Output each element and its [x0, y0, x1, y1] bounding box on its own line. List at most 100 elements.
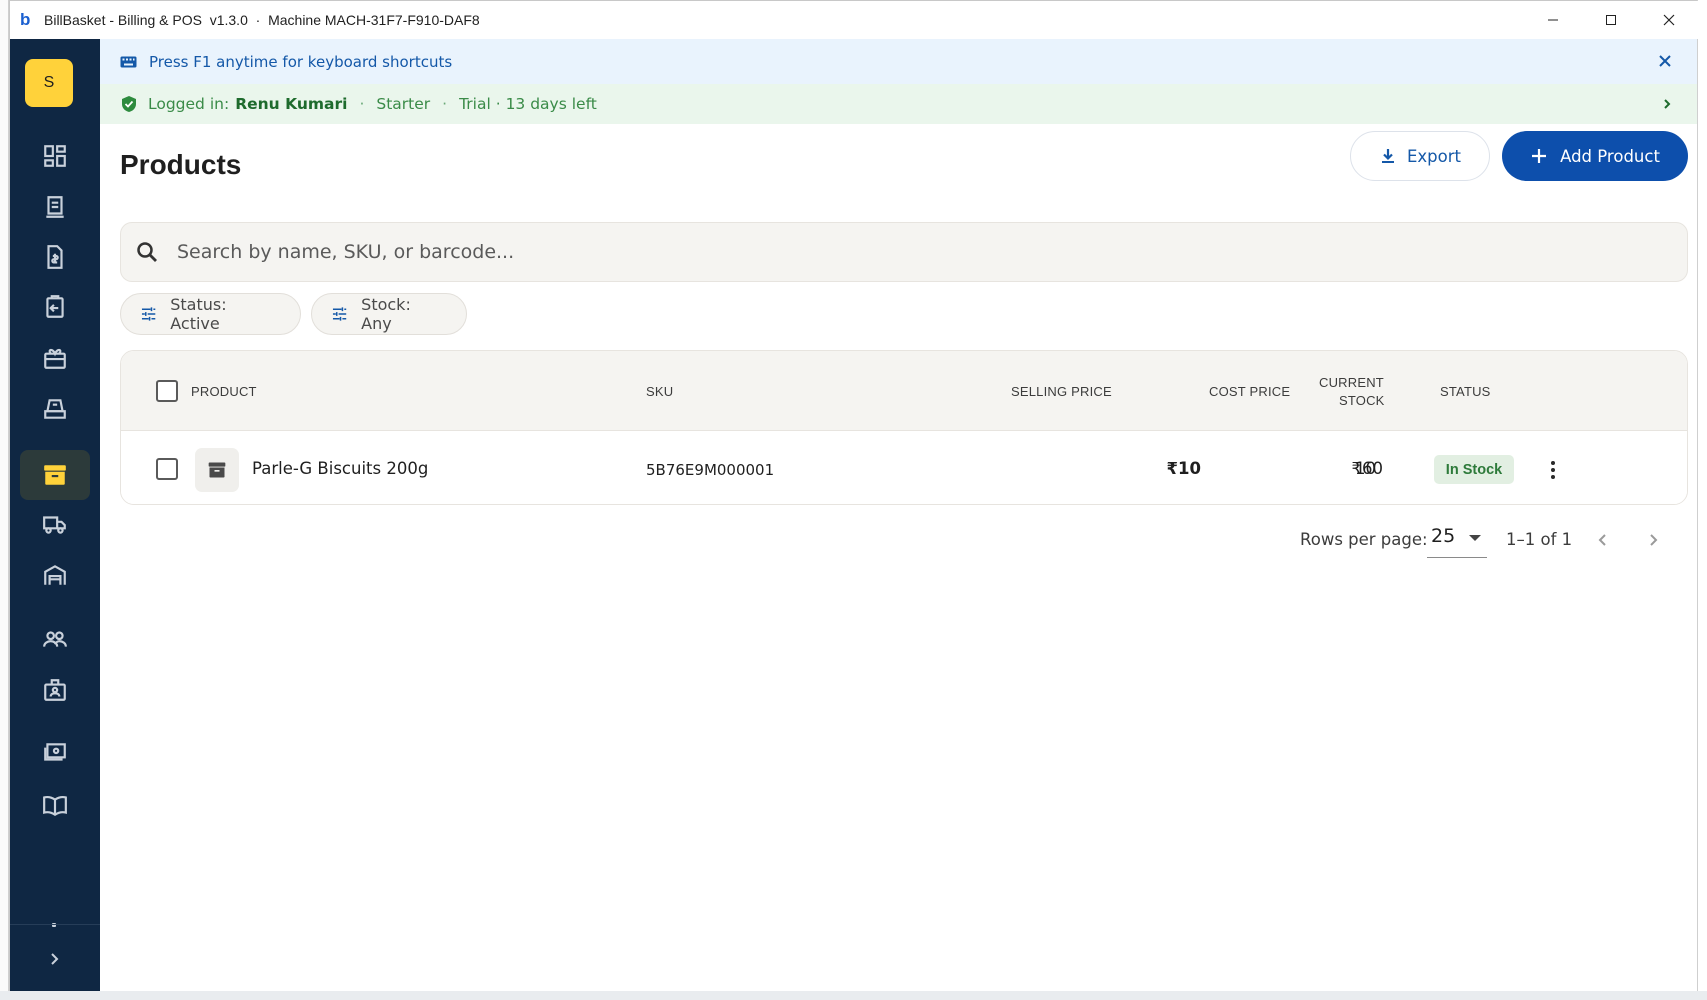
page-title: Products: [120, 149, 242, 180]
sidebar: S: [10, 39, 100, 991]
filter-chip-label: Status: Active: [170, 295, 227, 333]
sidebar-divider: [10, 924, 100, 925]
previous-page-button[interactable]: [1588, 525, 1618, 555]
add-product-button[interactable]: Add Product: [1502, 131, 1688, 181]
chevron-right-icon: [1650, 534, 1658, 546]
sidebar-item-ledger[interactable]: [20, 780, 90, 830]
shortcut-hint-banner: Press F1 anytime for keyboard shortcuts: [100, 39, 1697, 84]
sidebar-item-customers[interactable]: [20, 614, 90, 664]
close-banner-icon[interactable]: [1656, 52, 1674, 70]
chevron-right-icon: [51, 953, 59, 965]
rows-per-page-select[interactable]: 25: [1427, 521, 1487, 558]
desktop-background-right: [1697, 0, 1707, 1000]
download-icon: [1381, 149, 1394, 163]
sidebar-item-dashboard[interactable]: [20, 131, 90, 181]
logged-in-user: Renu Kumari: [235, 95, 348, 113]
row-checkbox[interactable]: [156, 458, 178, 480]
main-content: Press F1 anytime for keyboard shortcuts …: [100, 39, 1697, 991]
add-product-label: Add Product: [1560, 146, 1660, 166]
sidebar-item-receipts[interactable]: [20, 182, 90, 232]
current-stock: 10: [1355, 459, 1376, 478]
next-page-button[interactable]: [1638, 525, 1668, 555]
customers-icon: [43, 631, 67, 647]
pos-icon: [44, 399, 66, 419]
cash-icon: [44, 743, 66, 761]
sidebar-item-delivery[interactable]: [20, 499, 90, 549]
desktop-taskbar-edge: [0, 991, 1707, 1000]
tune-icon: [332, 307, 347, 321]
products-table: PRODUCT SKU SELLING PRICE COST PRICE CUR…: [120, 350, 1688, 505]
shortcut-hint-text: Press F1 anytime for keyboard shortcuts: [149, 52, 453, 71]
avatar[interactable]: S: [25, 59, 73, 107]
search-bar[interactable]: [120, 222, 1688, 282]
app-window: b BillBasket - Billing & POS v1.3.0 · Ma…: [9, 0, 1698, 991]
desktop-background-left: [0, 0, 9, 1000]
sidebar-item-cash[interactable]: [20, 728, 90, 778]
selling-price: ₹10: [1166, 459, 1201, 478]
export-button[interactable]: Export: [1350, 131, 1490, 181]
more-vertical-icon: [1551, 475, 1555, 479]
search-input[interactable]: [177, 241, 1577, 263]
sidebar-item-staff[interactable]: [20, 665, 90, 715]
window-controls: [1524, 1, 1698, 39]
minimize-icon: [1548, 19, 1558, 21]
dashboard-icon: [44, 145, 66, 167]
window-title: BillBasket - Billing & POS v1.3.0 · Mach…: [44, 12, 480, 28]
sidebar-item-warehouse[interactable]: [20, 550, 90, 600]
maximize-icon: [1606, 15, 1616, 25]
table-header: PRODUCT SKU SELLING PRICE COST PRICE CUR…: [121, 351, 1687, 431]
title-bar: b BillBasket - Billing & POS v1.3.0 · Ma…: [10, 1, 1698, 39]
sidebar-expand-button[interactable]: [35, 939, 75, 979]
more-vertical-icon: [1551, 461, 1555, 465]
caret-down-icon: [1469, 535, 1481, 541]
column-header-cost-price[interactable]: COST PRICE: [1209, 384, 1290, 399]
sidebar-item-offers[interactable]: [20, 333, 90, 383]
delivery-icon: [43, 516, 66, 534]
warehouse-icon: [44, 565, 66, 585]
staff-icon: [44, 679, 66, 701]
product-thumbnail: [195, 448, 239, 492]
column-header-status[interactable]: STATUS: [1440, 384, 1491, 399]
more-vertical-icon: [1551, 468, 1555, 472]
chevron-left-icon: [1598, 534, 1606, 546]
invoice-icon: [47, 245, 63, 269]
column-header-sku[interactable]: SKU: [646, 384, 673, 399]
plan-name: Starter: [376, 95, 431, 113]
plus-icon: [1532, 149, 1547, 163]
tune-icon: [141, 307, 156, 321]
rows-per-page-value: 25: [1431, 525, 1456, 547]
select-all-checkbox[interactable]: [156, 380, 178, 402]
separator: ·: [442, 95, 448, 113]
minimize-button[interactable]: [1524, 1, 1582, 39]
sidebar-item-invoices[interactable]: [20, 232, 90, 282]
close-window-button[interactable]: [1640, 1, 1698, 39]
filter-chip-status[interactable]: Status: Active: [120, 293, 301, 335]
chevron-right-icon: [1664, 99, 1671, 109]
sidebar-item-returns[interactable]: [20, 282, 90, 332]
row-actions-button[interactable]: [1543, 458, 1563, 482]
filter-chip-label: Stock: Any: [361, 295, 411, 333]
app-logo-icon: b: [20, 10, 31, 29]
verified-shield-icon: [122, 96, 136, 112]
column-header-current-stock[interactable]: STOCK: [1339, 393, 1385, 408]
table-row[interactable]: Parle-G Biscuits 200g 5B76E9M000001 ₹10 …: [121, 431, 1687, 504]
sidebar-item-pos[interactable]: [20, 384, 90, 434]
products-icon: [44, 465, 66, 485]
product-name[interactable]: Parle-G Biscuits 200g: [252, 459, 428, 478]
filter-chip-stock[interactable]: Stock: Any: [311, 293, 467, 335]
sidebar-item-products[interactable]: [20, 450, 90, 500]
keyboard-icon: [120, 56, 137, 67]
column-header-current-stock[interactable]: CURRENT: [1319, 375, 1384, 390]
close-icon: [1663, 14, 1675, 26]
trial-status: Trial · 13 days left: [459, 95, 597, 113]
ledger-icon: [43, 795, 67, 817]
login-status-banner[interactable]: Logged in: Renu Kumari · Starter · Trial…: [100, 84, 1697, 124]
search-icon: [137, 242, 157, 262]
status-badge: In Stock: [1434, 455, 1514, 484]
receipt-icon: [46, 196, 64, 218]
column-header-selling-price[interactable]: SELLING PRICE: [1011, 384, 1112, 399]
archive-box-icon: [208, 462, 226, 478]
maximize-button[interactable]: [1582, 1, 1640, 39]
product-sku: 5B76E9M000001: [646, 461, 775, 479]
column-header-product[interactable]: PRODUCT: [191, 384, 257, 399]
